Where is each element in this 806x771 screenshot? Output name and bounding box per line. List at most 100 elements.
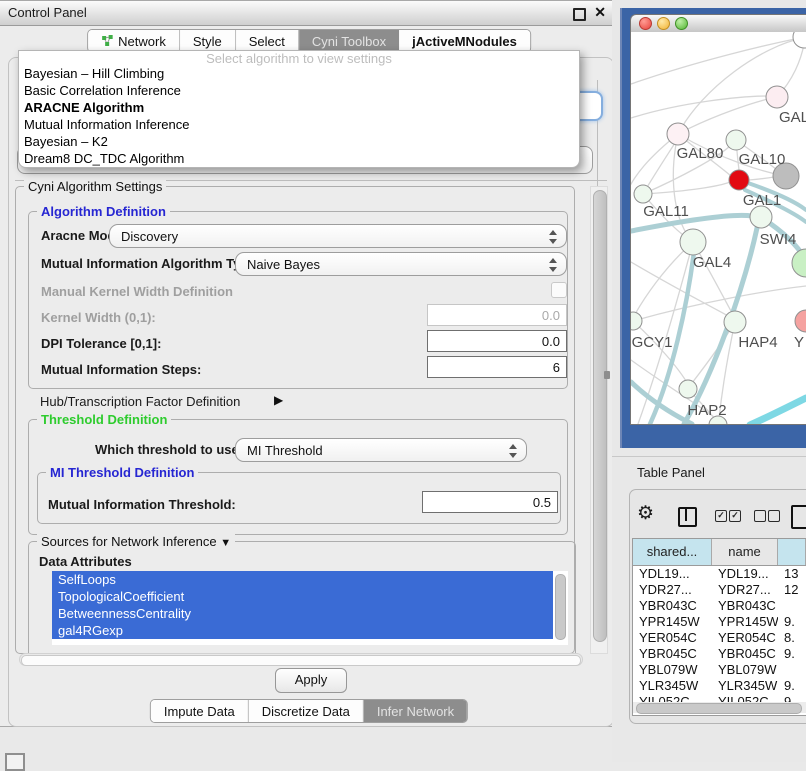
attribute-item-selected[interactable]: TopologicalCoefficient bbox=[52, 588, 553, 605]
mi-steps-field[interactable]: 6 bbox=[427, 356, 567, 378]
tab-select[interactable]: Select bbox=[236, 30, 299, 52]
network-edge[interactable] bbox=[633, 286, 806, 321]
tab-jactivemnodules[interactable]: jActiveMNodules bbox=[399, 30, 530, 52]
network-edge[interactable] bbox=[631, 96, 768, 118]
settings-horizontal-scrollbar[interactable] bbox=[19, 653, 583, 666]
collapsed-arrow-icon[interactable]: ▶ bbox=[274, 393, 283, 407]
network-node[interactable] bbox=[793, 32, 806, 48]
network-graph-svg: GALGAL80GAL10GAL1GAL11SWI4GAL4GCY1HAP4YH… bbox=[631, 32, 806, 424]
tab-cyni-toolbox[interactable]: Cyni Toolbox bbox=[299, 30, 399, 52]
algorithm-option[interactable]: Basic Correlation Inference bbox=[19, 82, 579, 99]
network-window-titlebar[interactable] bbox=[631, 15, 806, 33]
table-row[interactable]: YER054CYER054C8. bbox=[633, 630, 806, 646]
combo-spinner-icon bbox=[549, 230, 557, 244]
algorithm-option[interactable]: Mutual Information Inference bbox=[19, 116, 579, 133]
table-row[interactable]: YDL19...YDL19...13 bbox=[633, 566, 806, 582]
gear-icon[interactable]: ⚙ bbox=[637, 502, 654, 525]
mi-type-combobox[interactable]: Naive Bayes bbox=[235, 252, 567, 276]
close-traffic-light-icon[interactable] bbox=[639, 17, 652, 30]
network-node-swi4[interactable] bbox=[750, 206, 772, 228]
tab-impute-data[interactable]: Impute Data bbox=[151, 700, 249, 722]
table-horizontal-scrollbar[interactable] bbox=[633, 702, 806, 713]
tab-style[interactable]: Style bbox=[180, 30, 236, 52]
attribute-item-selected[interactable]: SelfLoops bbox=[52, 571, 553, 588]
data-attributes-list[interactable]: SelfLoopsTopologicalCoefficientBetweenne… bbox=[52, 571, 568, 645]
document-icon[interactable] bbox=[791, 505, 806, 529]
which-threshold-combobox[interactable]: MI Threshold bbox=[235, 438, 527, 462]
column-header[interactable]: shared... bbox=[633, 539, 712, 565]
dpi-tolerance-label: DPI Tolerance [0,1]: bbox=[41, 336, 161, 351]
table-row[interactable]: YBR043CYBR043C bbox=[633, 598, 806, 614]
table-row[interactable]: YPR145WYPR145W9. bbox=[633, 614, 806, 630]
close-icon[interactable]: ✕ bbox=[594, 4, 606, 21]
zoom-traffic-light-icon[interactable] bbox=[675, 17, 688, 30]
deselect-all-icon[interactable] bbox=[768, 510, 780, 522]
algorithm-option[interactable]: ARACNE Algorithm bbox=[19, 99, 579, 116]
algorithm-option[interactable]: Dream8 DC_TDC Algorithm bbox=[19, 150, 579, 167]
network-node-gal10[interactable] bbox=[726, 130, 746, 150]
network-node-gal1[interactable] bbox=[729, 170, 749, 190]
algorithm-option[interactable]: Bayesian – K2 bbox=[19, 133, 579, 150]
column-header[interactable] bbox=[778, 539, 806, 565]
dpi-tolerance-field[interactable]: 0.0 bbox=[427, 330, 567, 352]
algorithm-option[interactable]: Bayesian – Hill Climbing bbox=[19, 65, 579, 82]
tab-infer-network[interactable]: Infer Network bbox=[364, 700, 467, 722]
aracne-mode-combobox[interactable]: Discovery bbox=[109, 224, 567, 248]
manual-kernel-checkbox[interactable] bbox=[551, 282, 567, 298]
table-cell: YER054C bbox=[633, 630, 712, 646]
table-row[interactable]: YLR345WYLR345W9. bbox=[633, 678, 806, 694]
panel-divider-handle[interactable] bbox=[604, 371, 610, 379]
network-node-label: GAL10 bbox=[739, 151, 786, 168]
table-cell: 8. bbox=[778, 630, 806, 646]
settings-vertical-scrollbar[interactable] bbox=[590, 186, 608, 654]
network-node-gal4[interactable] bbox=[680, 229, 706, 255]
network-edge[interactable] bbox=[749, 177, 774, 180]
minimized-panel-icon[interactable] bbox=[5, 753, 25, 771]
split-view-icon[interactable] bbox=[678, 507, 697, 527]
network-graph-view[interactable]: GALGAL80GAL10GAL1GAL11SWI4GAL4GCY1HAP4YH… bbox=[631, 32, 806, 424]
network-node-hap2[interactable] bbox=[679, 380, 697, 398]
attribute-item-selected[interactable]: BetweennessCentrality bbox=[52, 605, 553, 622]
network-node-gal11[interactable] bbox=[634, 185, 652, 203]
table-cell: YDL19... bbox=[633, 566, 712, 582]
node-table[interactable]: shared...name YDL19...YDL19...13YDR27...… bbox=[632, 538, 806, 716]
network-edge[interactable] bbox=[678, 97, 777, 134]
network-node-label: GAL4 bbox=[693, 254, 731, 271]
table-row[interactable]: YDR27...YDR27...12 bbox=[633, 582, 806, 598]
network-node-hap4[interactable] bbox=[724, 311, 746, 333]
tab-network[interactable]: Network bbox=[88, 30, 180, 52]
scrollbar-thumb[interactable] bbox=[593, 190, 607, 642]
select-all-icon[interactable]: ✓ bbox=[729, 510, 741, 522]
apply-button[interactable]: Apply bbox=[275, 668, 347, 693]
network-node-gal80[interactable] bbox=[667, 123, 689, 145]
table-cell: YBL079W bbox=[633, 662, 712, 678]
table-cell: YLR345W bbox=[633, 678, 712, 694]
column-header[interactable]: name bbox=[712, 539, 778, 565]
table-rows: YDL19...YDL19...13YDR27...YDR27...12YBR0… bbox=[633, 566, 806, 710]
network-node[interactable] bbox=[792, 249, 806, 277]
minimize-traffic-light-icon[interactable] bbox=[657, 17, 670, 30]
table-cell: YPR145W bbox=[633, 614, 712, 630]
mi-threshold-field[interactable]: 0.5 bbox=[422, 491, 558, 513]
network-node-label: GAL80 bbox=[677, 145, 724, 162]
list-scrollbar[interactable] bbox=[555, 574, 566, 640]
table-cell bbox=[778, 598, 806, 614]
scrollbar-thumb[interactable] bbox=[21, 655, 581, 666]
expanded-arrow-icon[interactable]: ▼ bbox=[220, 537, 231, 549]
table-row[interactable]: YBL079WYBL079W bbox=[633, 662, 806, 678]
kernel-width-field[interactable]: 0.0 bbox=[427, 304, 567, 326]
select-all-icon[interactable]: ✓ bbox=[715, 510, 727, 522]
table-row[interactable]: YBR045CYBR045C9. bbox=[633, 646, 806, 662]
deselect-all-icon[interactable] bbox=[754, 510, 766, 522]
float-panel-icon[interactable] bbox=[573, 8, 586, 21]
network-node-y[interactable] bbox=[795, 310, 806, 332]
tab-discretize-data[interactable]: Discretize Data bbox=[249, 700, 364, 722]
table-cell: YPR145W bbox=[712, 614, 778, 630]
dropdown-placeholder: Select algorithm to view settings bbox=[19, 51, 579, 65]
attribute-item-selected[interactable]: gal4RGexp bbox=[52, 622, 553, 639]
hub-definition-label[interactable]: Hub/Transcription Factor Definition bbox=[40, 394, 240, 409]
network-edge[interactable] bbox=[750, 398, 806, 424]
network-edge[interactable] bbox=[631, 38, 800, 84]
scrollbar-thumb[interactable] bbox=[636, 703, 802, 714]
network-node-gal[interactable] bbox=[766, 86, 788, 108]
